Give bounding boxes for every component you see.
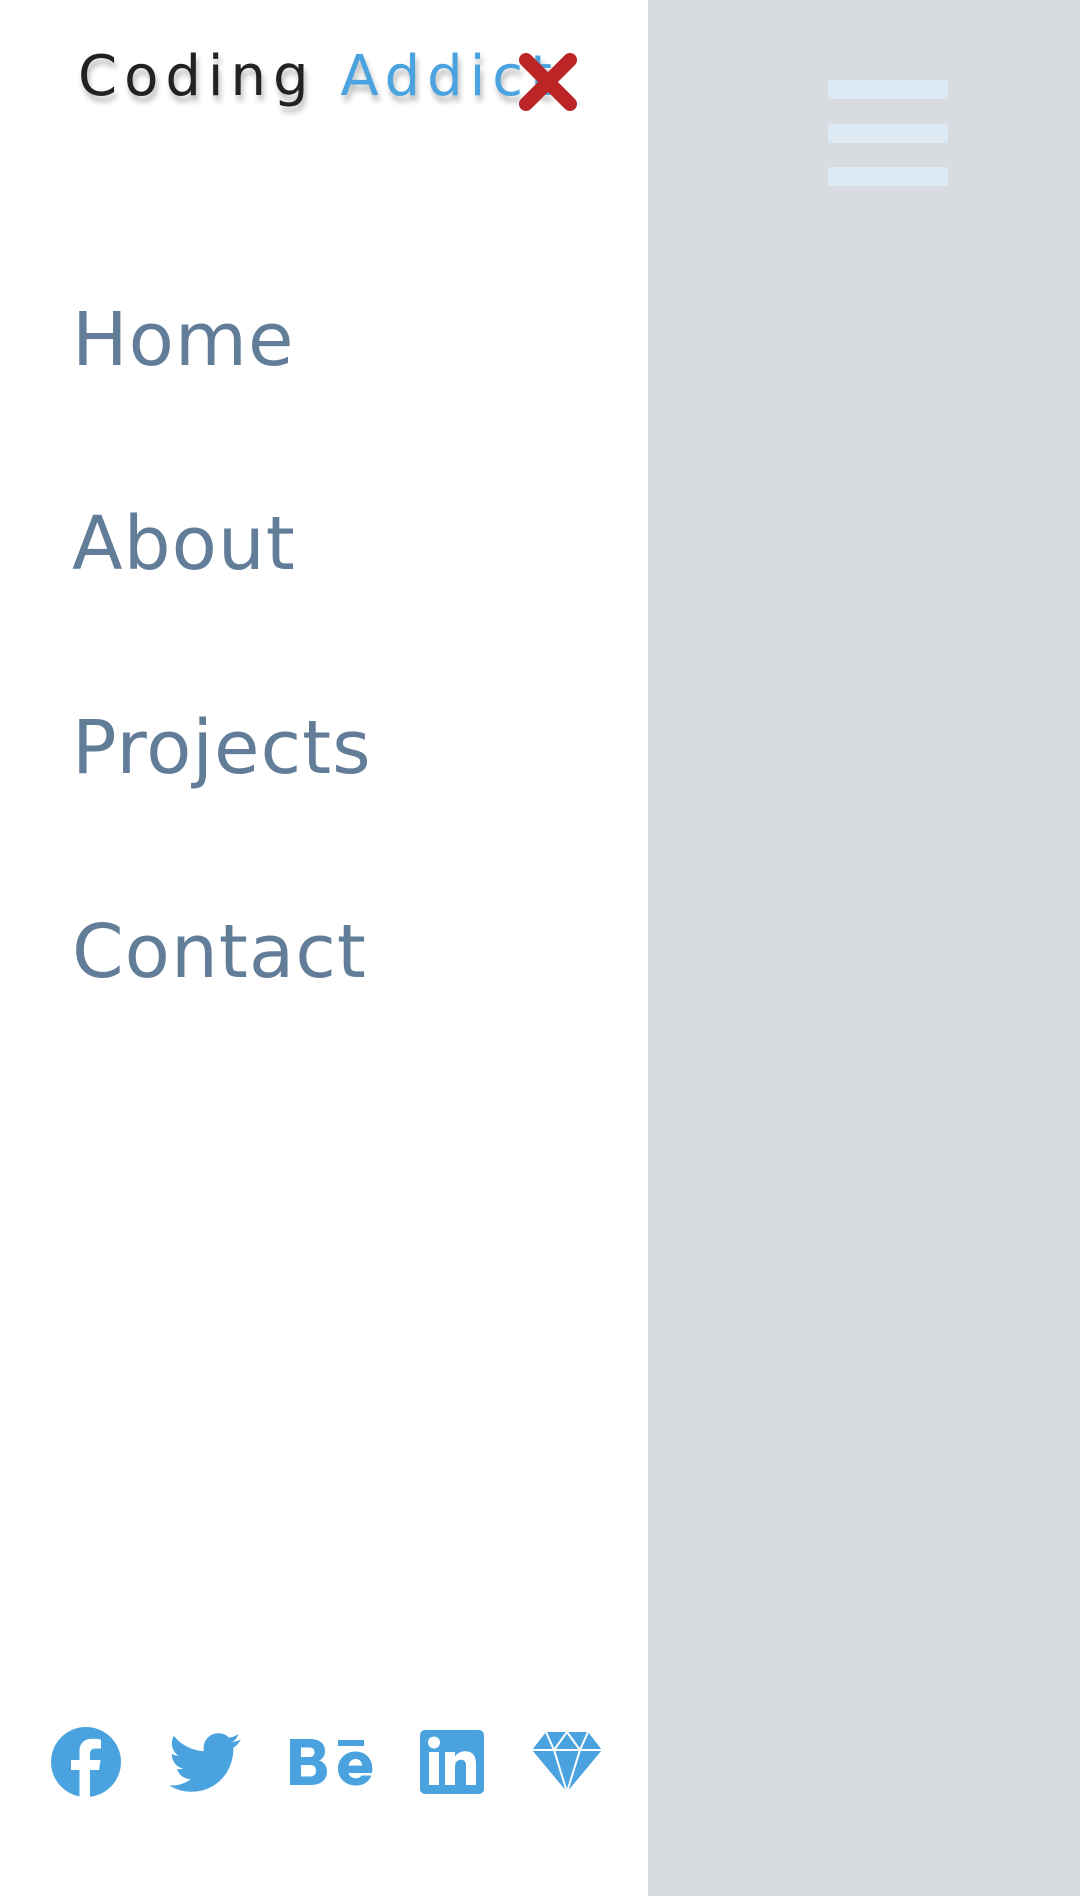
hamburger-menu-button[interactable]: [828, 80, 948, 187]
twitter-icon: [170, 1733, 241, 1792]
twitter-link[interactable]: [170, 1724, 242, 1800]
close-icon: [519, 53, 577, 111]
logo: Coding Addict: [78, 44, 559, 109]
logo-text-coding: Coding: [78, 44, 341, 109]
social-icons: [0, 1724, 648, 1800]
behance-link[interactable]: [288, 1724, 374, 1800]
sketch-link[interactable]: [530, 1724, 604, 1800]
linkedin-link[interactable]: [420, 1724, 484, 1800]
facebook-link[interactable]: [50, 1724, 122, 1800]
hamburger-bar: [828, 80, 948, 99]
hamburger-bar: [828, 124, 948, 143]
close-sidebar-button[interactable]: [516, 50, 580, 114]
sidebar-nav: Home About Projects Contact: [72, 270, 372, 1086]
linkedin-icon: [420, 1730, 484, 1794]
hamburger-bar: [828, 167, 948, 186]
sidebar: Coding Addict Home About Projects Contac…: [0, 0, 648, 1896]
app-page: Coding Addict Home About Projects Contac…: [0, 0, 1080, 1896]
sketch-icon: [532, 1731, 602, 1793]
nav-link-about[interactable]: About: [72, 474, 372, 678]
nav-link-contact[interactable]: Contact: [72, 882, 372, 1086]
nav-link-projects[interactable]: Projects: [72, 678, 372, 882]
nav-link-home[interactable]: Home: [72, 270, 372, 474]
behance-icon: [290, 1739, 373, 1786]
facebook-icon: [51, 1727, 121, 1798]
